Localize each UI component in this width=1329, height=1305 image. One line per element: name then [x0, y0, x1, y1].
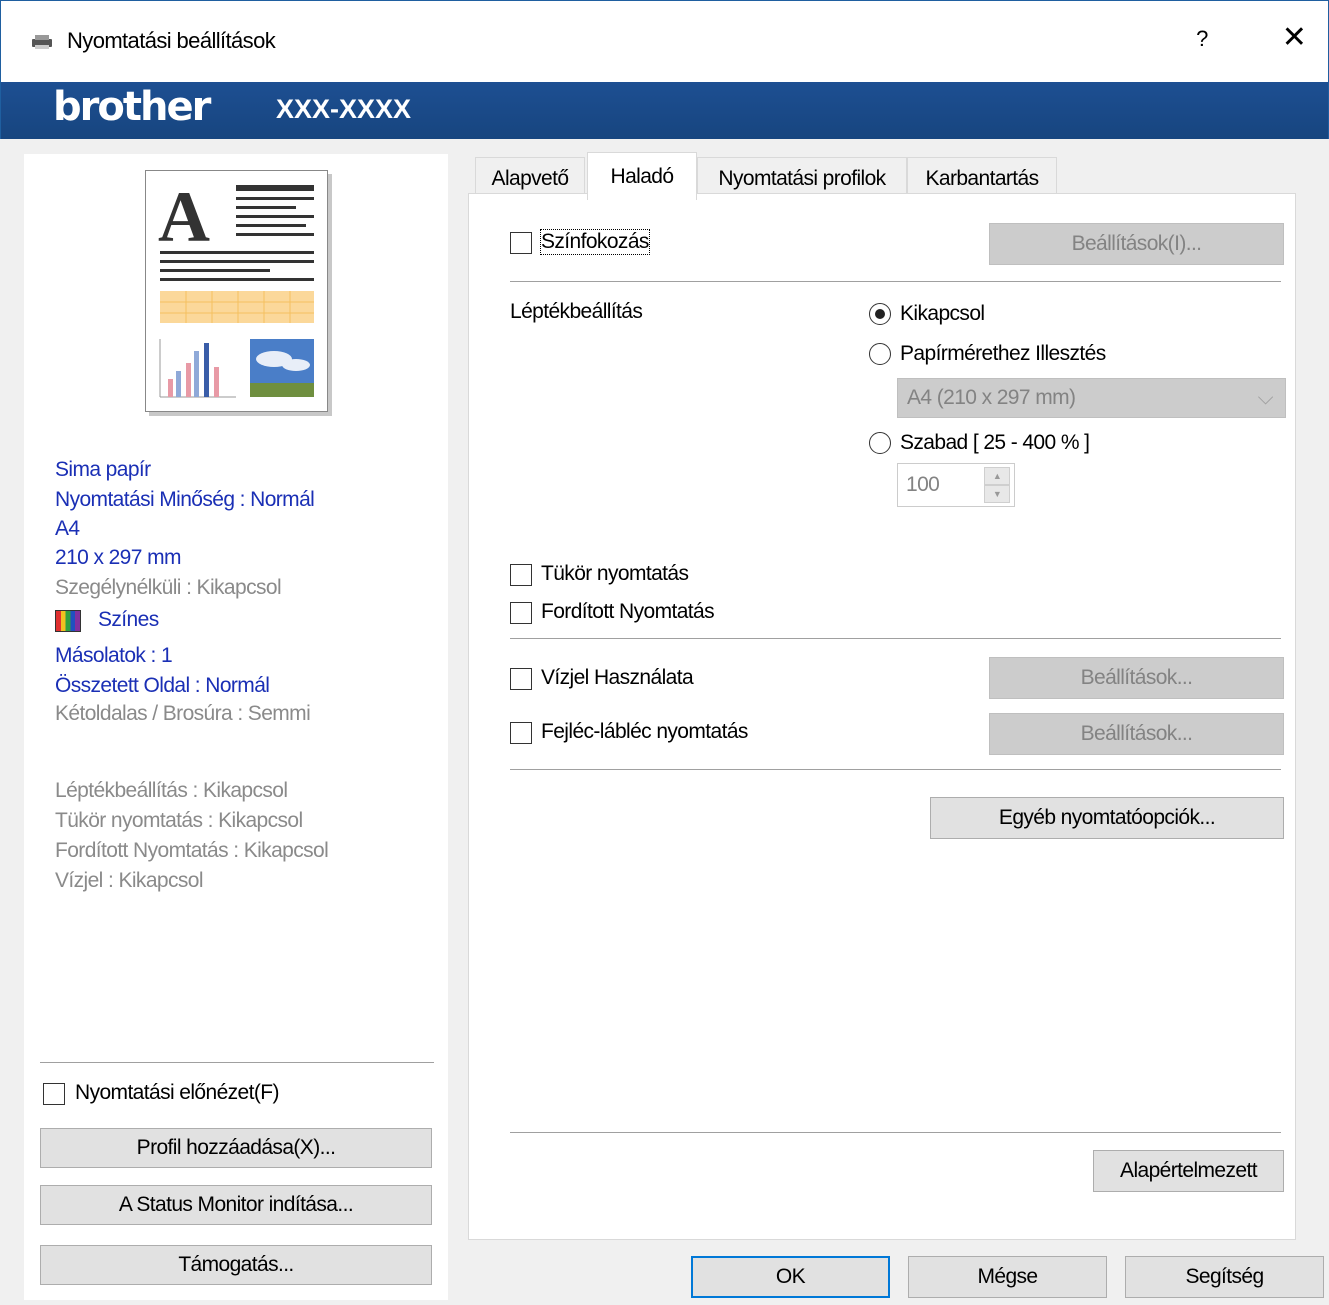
- page-preview-image: A: [145, 170, 328, 412]
- section-divider: [510, 1132, 1281, 1133]
- spin-down-icon[interactable]: ▼: [984, 485, 1010, 503]
- brand-banner: brother XXX-XXXX: [0, 82, 1329, 139]
- header-footer-checkbox[interactable]: [510, 722, 532, 744]
- percent-value: 100: [906, 473, 940, 496]
- window-title: Nyomtatási beállítások: [67, 28, 276, 53]
- color-enhance-label: Színfokozás: [540, 229, 650, 255]
- print-preview-checkbox[interactable]: [43, 1083, 65, 1105]
- ok-button[interactable]: OK: [691, 1256, 890, 1298]
- summary-duplex: Kétoldalas / Brosúra : Semmi: [55, 702, 311, 725]
- left-divider: [40, 1062, 434, 1063]
- section-divider: [510, 638, 1281, 639]
- summary-multipage: Összetett Oldal : Normál: [55, 674, 270, 697]
- add-profile-button[interactable]: Profil hozzáadása(X)...: [40, 1128, 432, 1168]
- summary-paper-type: Sima papír: [55, 458, 151, 481]
- spin-up-icon[interactable]: ▲: [984, 467, 1010, 485]
- help-button[interactable]: Segítség: [1125, 1256, 1324, 1298]
- reverse-print-checkbox[interactable]: [510, 602, 532, 624]
- default-button[interactable]: Alapértelmezett: [1093, 1150, 1284, 1192]
- watermark-label: Vízjel Használata: [541, 666, 694, 689]
- section-divider: [510, 769, 1281, 770]
- watermark-checkbox[interactable]: [510, 668, 532, 690]
- tab-advanced[interactable]: Haladó: [587, 152, 697, 200]
- summary-reverse: Fordított Nyomtatás : Kikapcsol: [55, 839, 329, 862]
- status-monitor-button[interactable]: A Status Monitor indítása...: [40, 1185, 432, 1225]
- brother-logo: brother: [53, 84, 211, 130]
- other-printer-options-button[interactable]: Egyéb nyomtatóopciók...: [930, 797, 1284, 839]
- summary-paper-size: A4: [55, 517, 80, 540]
- summary-quality: Nyomtatási Minőség : Normál: [55, 488, 315, 511]
- watermark-settings-button[interactable]: Beállítások...: [989, 657, 1284, 699]
- color-palette-icon: [55, 610, 81, 632]
- printer-model: XXX-XXXX: [276, 94, 412, 124]
- section-divider: [510, 281, 1281, 282]
- scaling-free-label: Szabad [ 25 - 400 % ]: [900, 431, 1090, 454]
- scaling-off-label: Kikapcsol: [900, 302, 985, 325]
- summary-scaling: Léptékbeállítás : Kikapcsol: [55, 779, 288, 802]
- help-title-button[interactable]: ?: [1182, 26, 1222, 60]
- close-icon[interactable]: ✕: [1272, 20, 1316, 64]
- support-button[interactable]: Támogatás...: [40, 1245, 432, 1285]
- scaling-label: Léptékbeállítás: [510, 300, 643, 323]
- scaling-free-radio[interactable]: [869, 432, 891, 454]
- reverse-print-label: Fordított Nyomtatás: [541, 600, 715, 623]
- color-enhance-settings-button[interactable]: Beállítások(I)...: [989, 223, 1284, 265]
- scaling-fit-radio[interactable]: [869, 343, 891, 365]
- paper-size-value: A4 (210 x 297 mm): [907, 386, 1076, 409]
- header-footer-settings-button[interactable]: Beállítások...: [989, 713, 1284, 755]
- color-enhance-checkbox[interactable]: [510, 232, 532, 254]
- percent-stepper[interactable]: 100 ▲ ▼: [897, 463, 1015, 507]
- summary-dimensions: 210 x 297 mm: [55, 546, 181, 569]
- summary-color: Színes: [98, 608, 159, 631]
- scaling-fit-label: Papírmérethez Illesztés: [900, 342, 1106, 365]
- paper-size-select[interactable]: A4 (210 x 297 mm) ⌵: [897, 378, 1286, 418]
- chevron-down-icon: ⌵: [1257, 386, 1274, 409]
- print-preview-label: Nyomtatási előnézet(F): [75, 1081, 279, 1104]
- header-footer-label: Fejléc-lábléc nyomtatás: [541, 720, 748, 743]
- scaling-off-radio[interactable]: [869, 303, 891, 325]
- cancel-button[interactable]: Mégse: [908, 1256, 1107, 1298]
- summary-copies: Másolatok : 1: [55, 644, 173, 667]
- summary-watermark: Vízjel : Kikapcsol: [55, 869, 204, 892]
- mirror-print-label: Tükör nyomtatás: [541, 562, 689, 585]
- printer-app-icon: [30, 32, 54, 49]
- summary-borderless: Szegélynélküli : Kikapcsol: [55, 576, 282, 599]
- summary-mirror: Tükör nyomtatás : Kikapcsol: [55, 809, 303, 832]
- svg-text:A: A: [158, 177, 210, 257]
- mirror-print-checkbox[interactable]: [510, 564, 532, 586]
